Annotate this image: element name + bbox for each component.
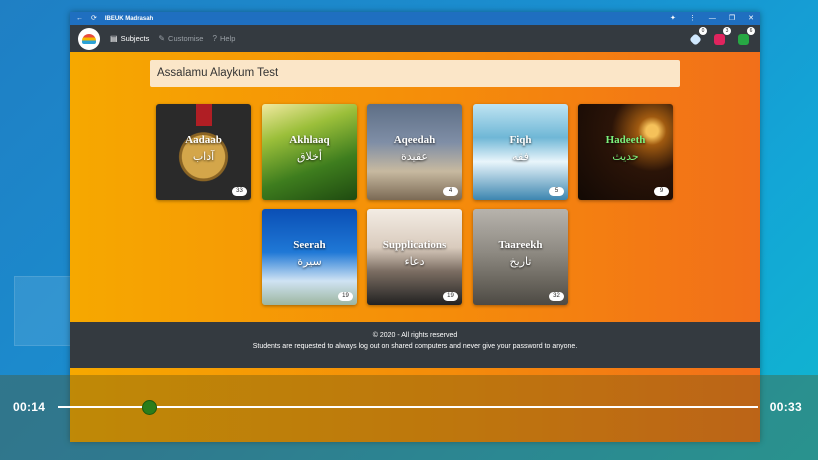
subject-arabic: تاريخ xyxy=(509,255,532,268)
emerald-count: 6 xyxy=(747,27,755,35)
subject-count: 19 xyxy=(338,292,353,301)
subject-title: Fiqh xyxy=(509,134,532,146)
subject-tile-aqeedah[interactable]: Aqeedah عقيدة 4 xyxy=(367,104,462,200)
total-time: 00:33 xyxy=(769,400,802,414)
subject-title: Akhlaaq xyxy=(289,134,330,146)
subject-tile-seerah[interactable]: Seerah سيرة 19 xyxy=(262,209,357,305)
nav-help[interactable]: ? Help xyxy=(212,34,235,43)
subject-arabic: آداب xyxy=(192,150,215,163)
subject-title: Seerah xyxy=(293,239,326,251)
nav-subjects[interactable]: ▤ Subjects xyxy=(110,34,149,43)
subjects-content: Assalamu Alaykum Test Aadaab آداب 33 Akh… xyxy=(70,52,760,322)
seek-thumb[interactable] xyxy=(142,400,157,415)
back-icon[interactable]: ← xyxy=(76,12,83,25)
ruby-count: 3 xyxy=(723,27,731,35)
subject-count: 5 xyxy=(549,187,564,196)
footer-copyright: © 2020 - All rights reserved xyxy=(372,332,458,339)
nav-customise-label: Customise xyxy=(168,34,204,43)
top-navbar: ▤ Subjects ✎ Customise ? Help 0 3 6 xyxy=(70,25,760,52)
nav-customise[interactable]: ✎ Customise xyxy=(158,34,203,43)
logo-mark-icon xyxy=(82,33,96,44)
subject-count: 32 xyxy=(549,292,564,301)
close-icon[interactable]: ✕ xyxy=(748,12,754,25)
madrasah-logo[interactable] xyxy=(78,27,100,50)
diamond-count: 0 xyxy=(699,27,707,35)
video-player-bar xyxy=(0,375,818,460)
page-footer: © 2020 - All rights reserved Students ar… xyxy=(70,322,760,368)
reward-badges: 0 3 6 xyxy=(688,27,755,47)
nav-help-label: Help xyxy=(219,34,236,43)
reload-icon[interactable]: ⟳ xyxy=(91,12,97,25)
subject-count: 9 xyxy=(654,187,669,196)
footer-notice: Students are requested to always log out… xyxy=(252,343,578,350)
subject-title: Supplications xyxy=(382,239,447,251)
subject-count: 33 xyxy=(232,187,247,196)
diamond-icon xyxy=(689,33,702,46)
nav-subjects-label: Subjects xyxy=(120,34,150,43)
subject-tile-fiqh[interactable]: Fiqh فقه 5 xyxy=(473,104,568,200)
subject-arabic: سيرة xyxy=(297,255,322,268)
subject-tile-taareekh[interactable]: Taareekh تاريخ 32 xyxy=(473,209,568,305)
subject-tile-supplications[interactable]: Supplications دعاء 19 xyxy=(367,209,462,305)
subject-title: Aadaab xyxy=(185,134,222,146)
emerald-icon xyxy=(738,34,749,45)
subject-title: Hadeeth xyxy=(605,134,646,146)
minimize-icon[interactable]: — xyxy=(709,12,716,25)
window-title: IBEUK Madrasah xyxy=(104,15,154,22)
restore-icon[interactable]: ❐ xyxy=(729,12,735,25)
seek-track[interactable] xyxy=(58,406,758,408)
subject-title: Taareekh xyxy=(498,239,543,251)
title-bar: ← ⟳ IBEUK Madrasah ✦ ⋮ — ❐ ✕ xyxy=(70,12,760,25)
book-icon: ▤ xyxy=(110,34,118,43)
subject-arabic: فقه xyxy=(512,150,529,163)
subject-arabic: حديث xyxy=(612,150,639,163)
subject-arabic: عقيدة xyxy=(401,150,428,163)
emerald-badge[interactable]: 6 xyxy=(736,27,755,47)
subject-arabic: أخلاق xyxy=(297,150,322,163)
extensions-icon[interactable]: ✦ xyxy=(670,12,676,25)
subject-count: 4 xyxy=(443,187,458,196)
ruby-badge[interactable]: 3 xyxy=(712,27,731,47)
diamond-badge[interactable]: 0 xyxy=(688,27,707,47)
ruby-icon xyxy=(714,34,725,45)
subject-tile-hadeeth[interactable]: Hadeeth حديث 9 xyxy=(578,104,673,200)
subject-title: Aqeedah xyxy=(393,134,436,146)
menu-icon[interactable]: ⋮ xyxy=(689,12,696,25)
question-icon: ? xyxy=(212,34,217,43)
current-time: 00:14 xyxy=(13,400,46,414)
subject-count: 19 xyxy=(443,292,458,301)
greeting-banner: Assalamu Alaykum Test xyxy=(150,60,680,87)
subject-tile-akhlaaq[interactable]: Akhlaaq أخلاق xyxy=(262,104,357,200)
subject-tile-aadaab[interactable]: Aadaab آداب 33 xyxy=(156,104,251,200)
brush-icon: ✎ xyxy=(158,34,166,43)
subject-arabic: دعاء xyxy=(404,255,425,268)
